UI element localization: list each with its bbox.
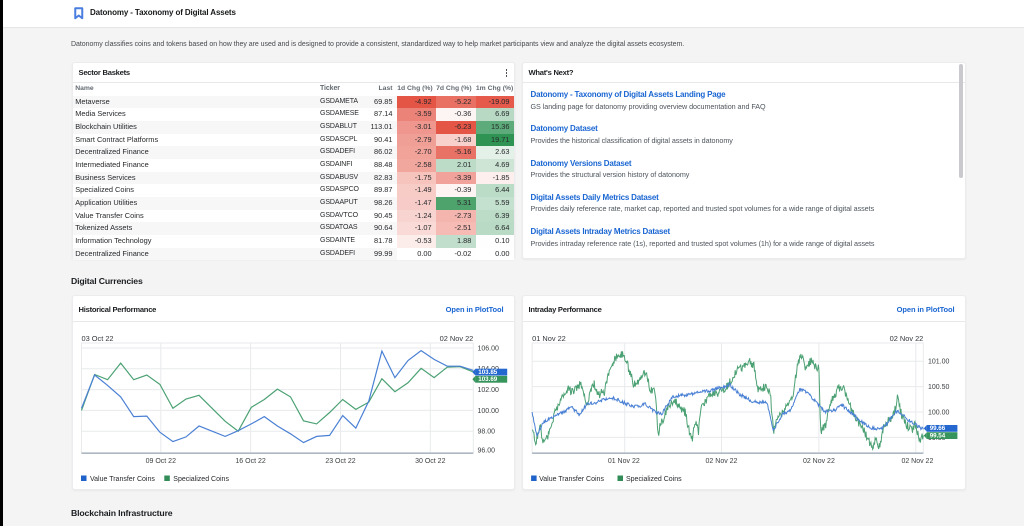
- svg-text:02 Nov 22: 02 Nov 22: [439, 334, 473, 343]
- svg-text:02 Nov 22: 02 Nov 22: [901, 458, 933, 465]
- svg-text:Value Transfer Coins: Value Transfer Coins: [539, 476, 604, 483]
- svg-text:100.00: 100.00: [928, 409, 950, 416]
- svg-text:102.00: 102.00: [477, 387, 499, 394]
- svg-text:Specialized Coins: Specialized Coins: [173, 476, 229, 483]
- svg-text:01 Nov 22: 01 Nov 22: [607, 458, 639, 465]
- svg-text:02 Nov 22: 02 Nov 22: [889, 334, 923, 343]
- svg-text:01 Nov 22: 01 Nov 22: [532, 334, 566, 343]
- svg-text:103.85: 103.85: [478, 369, 497, 376]
- svg-text:106.00: 106.00: [477, 345, 499, 352]
- svg-text:02 Nov 22: 02 Nov 22: [802, 458, 834, 465]
- svg-text:96.00: 96.00: [477, 447, 495, 454]
- svg-text:103.69: 103.69: [478, 376, 497, 383]
- svg-text:02 Nov 22: 02 Nov 22: [705, 458, 737, 465]
- svg-text:23 Oct 22: 23 Oct 22: [325, 458, 355, 465]
- svg-text:99.66: 99.66: [929, 425, 945, 432]
- svg-text:09 Oct 22: 09 Oct 22: [145, 458, 175, 465]
- svg-text:99.54: 99.54: [929, 432, 945, 439]
- svg-text:100.50: 100.50: [928, 384, 950, 391]
- svg-text:100.00: 100.00: [477, 407, 499, 414]
- svg-text:03 Oct 22: 03 Oct 22: [81, 334, 113, 343]
- svg-text:Value Transfer Coins: Value Transfer Coins: [90, 476, 155, 483]
- svg-text:98.00: 98.00: [477, 428, 495, 435]
- svg-text:101.00: 101.00: [928, 358, 950, 365]
- svg-text:30 Oct 22: 30 Oct 22: [415, 458, 445, 465]
- svg-text:16 Oct 22: 16 Oct 22: [235, 458, 265, 465]
- svg-text:Specialized Coins: Specialized Coins: [626, 476, 682, 483]
